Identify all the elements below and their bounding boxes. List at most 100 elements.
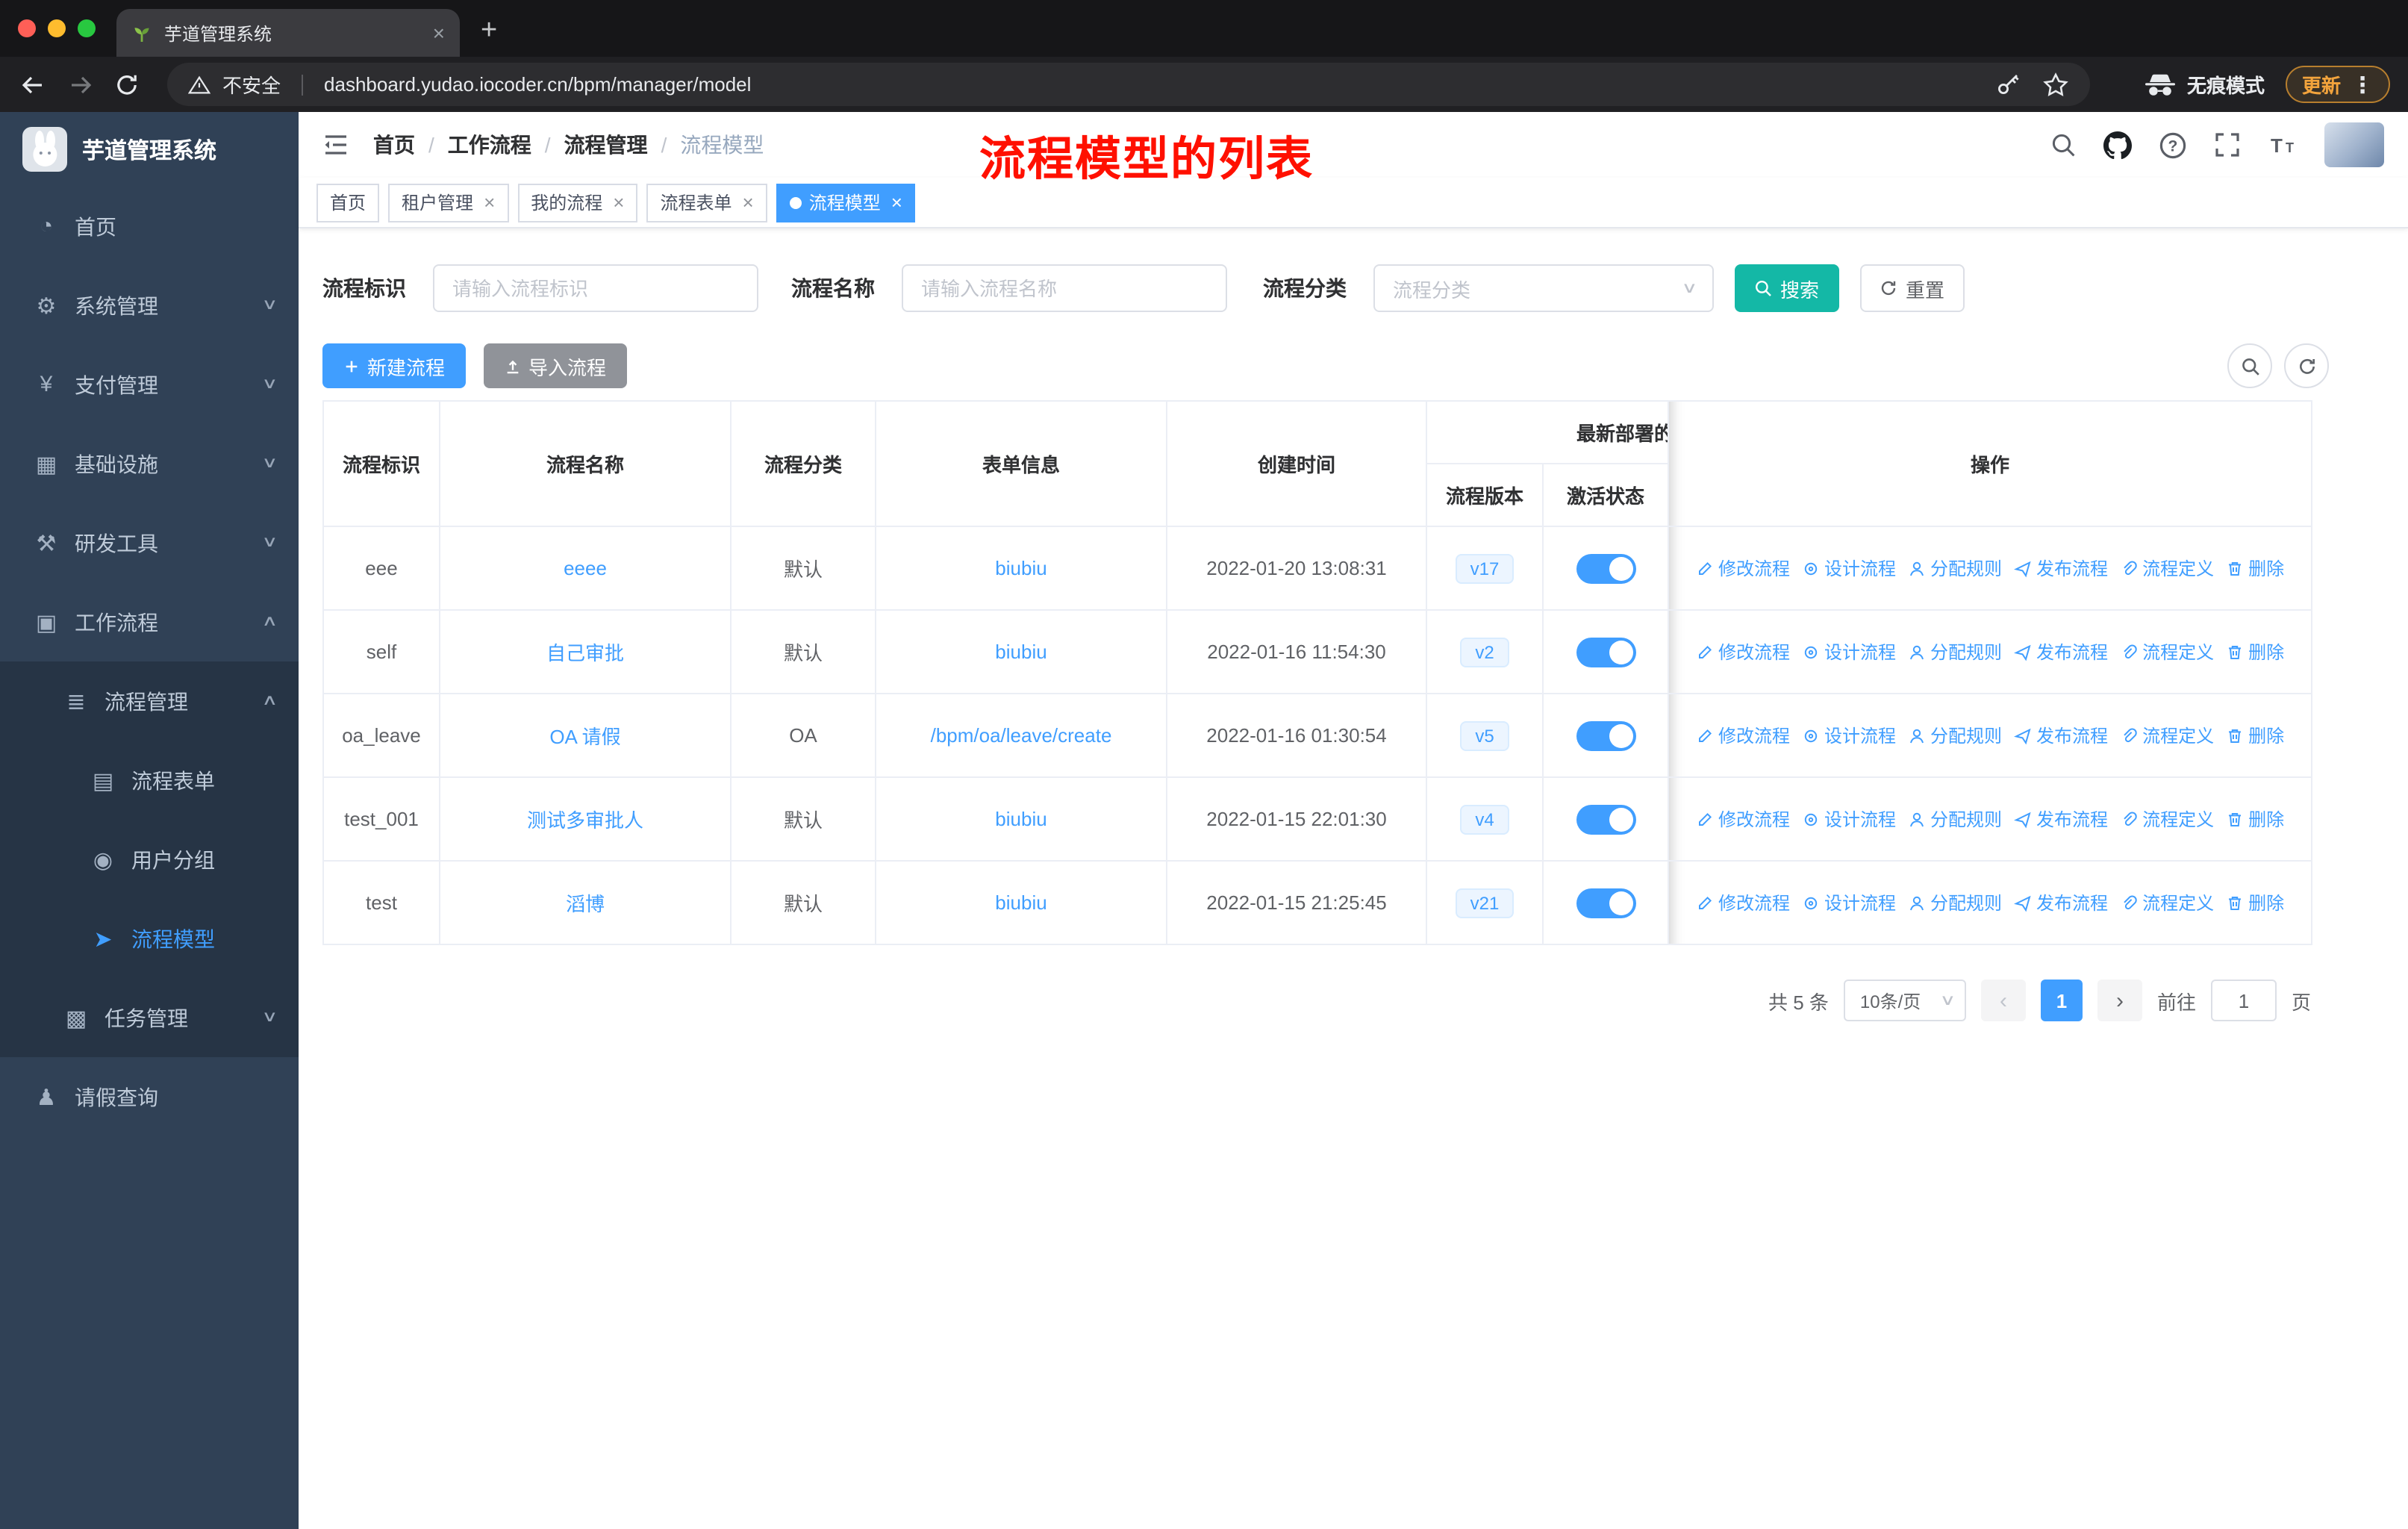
prev-page-button[interactable]: ‹ bbox=[1980, 980, 2026, 1021]
password-key-icon[interactable] bbox=[1994, 71, 2021, 98]
goto-page-input[interactable] bbox=[2210, 980, 2277, 1021]
sidebar-item-process-management[interactable]: ≣ 流程管理 ∧ bbox=[0, 661, 299, 741]
action-publish-link[interactable]: 发布流程 bbox=[2014, 806, 2108, 832]
form-info-link[interactable]: biubiu bbox=[995, 891, 1047, 914]
active-toggle[interactable] bbox=[1576, 804, 1635, 834]
sidebar-item-system[interactable]: ⚙ 系统管理 ∨ bbox=[0, 266, 299, 345]
action-definition-link[interactable]: 流程定义 bbox=[2120, 555, 2214, 581]
hamburger-fold-icon[interactable] bbox=[322, 131, 349, 158]
search-icon[interactable] bbox=[2050, 131, 2077, 158]
sidebar-item-process-form[interactable]: ▤ 流程表单 bbox=[0, 741, 299, 820]
active-toggle[interactable] bbox=[1576, 637, 1635, 667]
action-assign-rule-link[interactable]: 分配规则 bbox=[1908, 555, 2002, 581]
active-toggle[interactable] bbox=[1576, 888, 1635, 918]
process-category-select[interactable]: 流程分类 ∨ bbox=[1373, 264, 1714, 312]
next-page-button[interactable]: › bbox=[2097, 980, 2142, 1021]
sidebar-item-devtools[interactable]: ⚒ 研发工具 ∨ bbox=[0, 503, 299, 582]
sidebar-item-home[interactable]: ◔ 首页 bbox=[0, 187, 299, 266]
action-definition-link[interactable]: 流程定义 bbox=[2120, 639, 2214, 664]
process-name-link[interactable]: 测试多审批人 bbox=[527, 809, 643, 832]
create-process-button[interactable]: 新建流程 bbox=[322, 343, 466, 388]
forward-icon[interactable] bbox=[66, 69, 96, 99]
action-delete-link[interactable]: 删除 bbox=[2226, 723, 2284, 748]
kebab-menu-icon[interactable]: ⋮ bbox=[2351, 71, 2374, 98]
action-assign-rule-link[interactable]: 分配规则 bbox=[1908, 806, 2002, 832]
form-info-link[interactable]: biubiu bbox=[995, 808, 1047, 830]
sidebar-item-infra[interactable]: ▦ 基础设施 ∨ bbox=[0, 424, 299, 503]
form-info-link[interactable]: biubiu bbox=[995, 641, 1047, 663]
minimize-window-button[interactable] bbox=[48, 19, 66, 37]
close-icon[interactable]: × bbox=[613, 191, 624, 214]
new-tab-button[interactable]: + bbox=[481, 9, 497, 54]
action-edit-link[interactable]: 修改流程 bbox=[1696, 639, 1790, 664]
breadcrumb-item[interactable]: 首页 bbox=[373, 130, 415, 160]
page-number-button[interactable]: 1 bbox=[2040, 980, 2083, 1021]
sidebar-item-process-model[interactable]: ➤ 流程模型 bbox=[0, 899, 299, 978]
sidebar-item-leave-query[interactable]: ♟ 请假查询 bbox=[0, 1057, 299, 1136]
font-size-icon[interactable]: TT bbox=[2268, 131, 2298, 158]
action-delete-link[interactable]: 删除 bbox=[2226, 890, 2284, 915]
tagsview-tab[interactable]: 租户管理 × bbox=[388, 183, 509, 222]
action-assign-rule-link[interactable]: 分配规则 bbox=[1908, 890, 2002, 915]
tagsview-tab[interactable]: 首页 bbox=[316, 183, 380, 222]
action-delete-link[interactable]: 删除 bbox=[2226, 555, 2284, 581]
process-name-input[interactable] bbox=[902, 264, 1227, 312]
tab-close-icon[interactable]: × bbox=[433, 21, 445, 45]
browser-tab[interactable]: 芋道管理系统 × bbox=[116, 9, 460, 57]
process-key-input[interactable] bbox=[433, 264, 758, 312]
action-delete-link[interactable]: 删除 bbox=[2226, 639, 2284, 664]
action-edit-link[interactable]: 修改流程 bbox=[1696, 890, 1790, 915]
sidebar-item-user-group[interactable]: ◉ 用户分组 bbox=[0, 820, 299, 899]
breadcrumb-item[interactable]: 流程管理 bbox=[564, 130, 648, 160]
action-publish-link[interactable]: 发布流程 bbox=[2014, 555, 2108, 581]
action-design-link[interactable]: 设计流程 bbox=[1802, 806, 1896, 832]
tagsview-tab[interactable]: 我的流程 × bbox=[517, 183, 638, 222]
action-design-link[interactable]: 设计流程 bbox=[1802, 890, 1896, 915]
action-edit-link[interactable]: 修改流程 bbox=[1696, 806, 1790, 832]
page-size-select[interactable]: 10条/页 ∨ bbox=[1843, 980, 1966, 1021]
process-name-link[interactable]: OA 请假 bbox=[549, 726, 620, 748]
sidebar-item-payment[interactable]: ¥ 支付管理 ∨ bbox=[0, 345, 299, 424]
action-publish-link[interactable]: 发布流程 bbox=[2014, 890, 2108, 915]
sidebar-item-task-management[interactable]: ▩ 任务管理 ∨ bbox=[0, 978, 299, 1057]
fullscreen-icon[interactable] bbox=[2214, 131, 2241, 158]
user-avatar[interactable] bbox=[2324, 122, 2384, 167]
search-button[interactable]: 搜索 bbox=[1735, 264, 1839, 312]
form-info-link[interactable]: biubiu bbox=[995, 557, 1047, 579]
back-icon[interactable] bbox=[18, 69, 48, 99]
action-publish-link[interactable]: 发布流程 bbox=[2014, 723, 2108, 748]
sidebar-item-workflow[interactable]: ▣ 工作流程 ∧ bbox=[0, 582, 299, 661]
action-assign-rule-link[interactable]: 分配规则 bbox=[1908, 723, 2002, 748]
chrome-update-button[interactable]: 更新 ⋮ bbox=[2285, 66, 2390, 103]
action-edit-link[interactable]: 修改流程 bbox=[1696, 723, 1790, 748]
tagsview-tab[interactable]: 流程模型 × bbox=[776, 183, 916, 222]
tagsview-tab[interactable]: 流程表单 × bbox=[646, 183, 767, 222]
action-definition-link[interactable]: 流程定义 bbox=[2120, 723, 2214, 748]
action-design-link[interactable]: 设计流程 bbox=[1802, 639, 1896, 664]
import-process-button[interactable]: 导入流程 bbox=[484, 343, 627, 388]
bookmark-star-icon[interactable] bbox=[2042, 71, 2069, 98]
github-icon[interactable] bbox=[2103, 131, 2132, 159]
reload-icon[interactable] bbox=[113, 71, 140, 98]
process-name-link[interactable]: 滔博 bbox=[566, 893, 605, 915]
action-design-link[interactable]: 设计流程 bbox=[1802, 555, 1896, 581]
action-assign-rule-link[interactable]: 分配规则 bbox=[1908, 639, 2002, 664]
active-toggle[interactable] bbox=[1576, 720, 1635, 750]
close-icon[interactable]: × bbox=[743, 191, 754, 214]
show-search-circle-button[interactable] bbox=[2227, 343, 2272, 388]
action-delete-link[interactable]: 删除 bbox=[2226, 806, 2284, 832]
refresh-circle-button[interactable] bbox=[2284, 343, 2329, 388]
action-design-link[interactable]: 设计流程 bbox=[1802, 723, 1896, 748]
reset-button[interactable]: 重置 bbox=[1860, 264, 1965, 312]
address-bar[interactable]: 不安全 dashboard.yudao.iocoder.cn/bpm/manag… bbox=[167, 63, 2090, 106]
close-icon[interactable]: × bbox=[484, 191, 495, 214]
action-edit-link[interactable]: 修改流程 bbox=[1696, 555, 1790, 581]
help-icon[interactable]: ? bbox=[2159, 131, 2187, 159]
breadcrumb-item[interactable]: 工作流程 bbox=[448, 130, 531, 160]
form-info-link[interactable]: /bpm/oa/leave/create bbox=[931, 724, 1112, 747]
process-name-link[interactable]: eeee bbox=[564, 557, 607, 579]
action-definition-link[interactable]: 流程定义 bbox=[2120, 806, 2214, 832]
close-window-button[interactable] bbox=[18, 19, 36, 37]
action-definition-link[interactable]: 流程定义 bbox=[2120, 890, 2214, 915]
close-icon[interactable]: × bbox=[891, 191, 902, 214]
